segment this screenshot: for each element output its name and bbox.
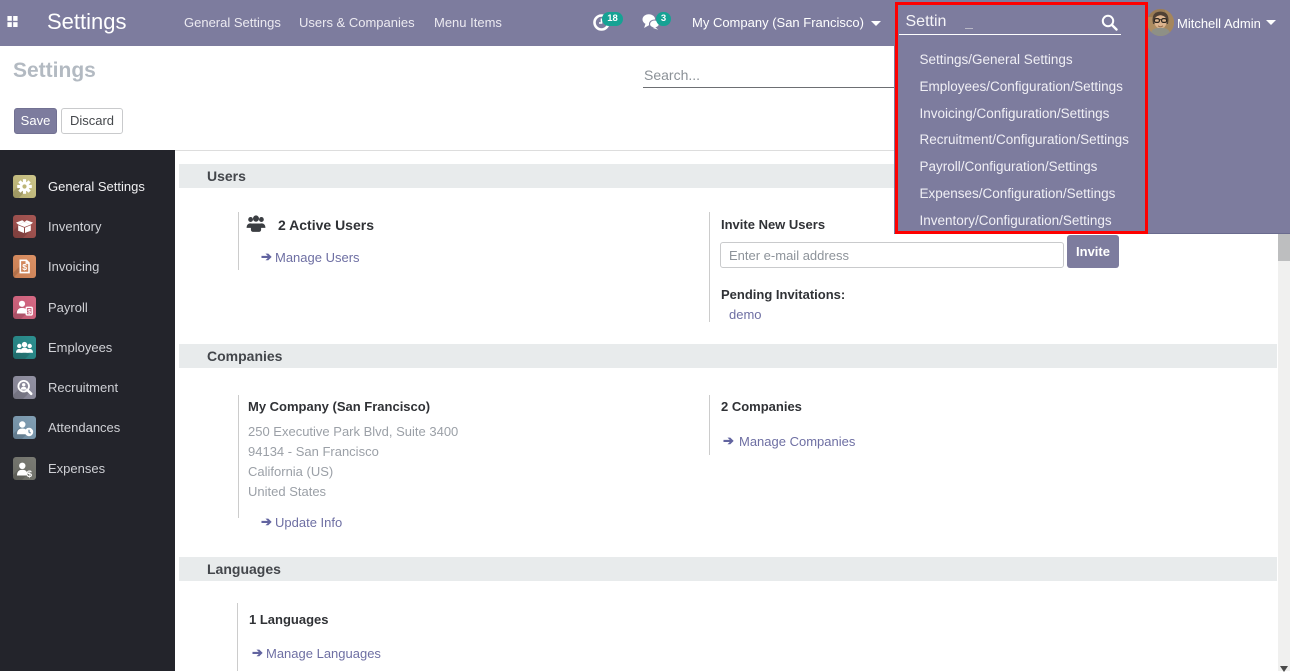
svg-text:$: $ [27,469,33,480]
svg-text:$: $ [27,308,31,315]
svg-text:$: $ [22,262,27,272]
